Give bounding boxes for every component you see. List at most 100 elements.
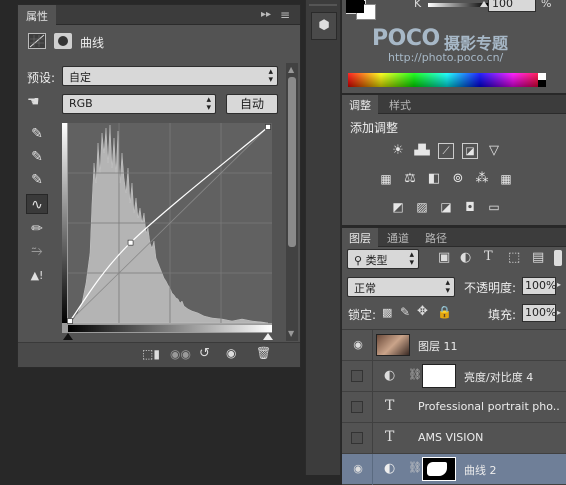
chevron-updown-icon: ▴ ▾	[268, 67, 273, 85]
opacity-dropdown-arrow[interactable]: ▸	[557, 280, 561, 289]
channel-mixer-icon[interactable]: ⁂	[474, 171, 490, 187]
curves-adjustment-icon	[28, 33, 46, 49]
clipping-warning-icon[interactable]: ▲!	[26, 266, 48, 286]
visibility-toggle[interactable]	[351, 432, 363, 444]
channel-select[interactable]: RGB ▴ ▾	[62, 94, 216, 114]
hue-saturation-icon[interactable]: ▦	[378, 171, 394, 187]
spectrum-white-swatch[interactable]	[538, 73, 546, 80]
layer-name[interactable]: Professional portrait pho...	[418, 400, 560, 413]
lock-image-icon[interactable]: ✎	[400, 305, 410, 319]
auto-button[interactable]: 自动	[226, 94, 278, 114]
black-point-slider[interactable]	[63, 333, 73, 340]
link-icon[interactable]: ⛓	[408, 368, 422, 381]
filter-type-icon[interactable]: T	[484, 249, 493, 264]
lock-all-icon[interactable]: 🔒	[437, 305, 452, 319]
eyedropper-black-icon[interactable]: ✎	[26, 124, 48, 144]
layer-name[interactable]: 图层 11	[418, 338, 458, 354]
link-icon[interactable]: ⛓	[408, 461, 422, 474]
scroll-thumb[interactable]	[288, 77, 296, 247]
white-point-slider[interactable]	[263, 333, 273, 340]
panel-title: 曲线	[80, 36, 105, 50]
view-previous-icon[interactable]: ◉◉	[170, 347, 191, 361]
filter-pixel-icon[interactable]: ▣	[438, 250, 450, 265]
curve-control-point[interactable]	[67, 318, 73, 324]
fill-dropdown-arrow[interactable]: ▸	[557, 308, 561, 317]
fill-input[interactable]: 100%	[522, 304, 556, 322]
curves-icon[interactable]: ⟋	[438, 143, 454, 159]
layer-name[interactable]: 曲线 2	[464, 462, 497, 478]
visibility-toggle[interactable]	[351, 401, 363, 413]
lock-position-icon[interactable]: ✥	[417, 304, 428, 319]
black-white-icon[interactable]: ◧	[426, 171, 442, 187]
delete-icon[interactable]: 🗑	[256, 346, 271, 360]
layer-name[interactable]: 亮度/对比度 4	[464, 369, 533, 385]
scroll-up-arrow[interactable]: ▲	[288, 65, 294, 74]
visibility-icon[interactable]: ◉	[226, 346, 236, 360]
posterize-icon[interactable]: ▨	[414, 199, 430, 215]
tab-properties[interactable]: 属性	[18, 5, 56, 25]
layer-name[interactable]: AMS VISION	[418, 431, 483, 444]
exposure-icon[interactable]: ◪	[462, 143, 478, 159]
panel-menu-button[interactable]: ≡	[280, 8, 290, 22]
color-lookup-icon[interactable]: ▦	[498, 171, 514, 187]
curves-graph-svg[interactable]	[62, 123, 272, 333]
tab-layers[interactable]: 图层	[342, 228, 378, 247]
eyedropper-white-icon[interactable]: ✎	[26, 170, 48, 190]
gradient-map-icon[interactable]: ▭	[486, 199, 502, 215]
blend-mode-select[interactable]: 正常 ▴ ▾	[347, 277, 455, 297]
tab-paths[interactable]: 路径	[418, 228, 454, 247]
filter-shape-icon[interactable]: ⬚	[508, 250, 520, 265]
panel-expand-button[interactable]: ▸▸	[261, 9, 271, 20]
layer-mask-icon[interactable]	[54, 33, 72, 49]
3d-cube-icon[interactable]: ⬢	[311, 12, 337, 40]
layer-row[interactable]: T AMS VISION	[342, 423, 566, 454]
target-adjust-hand-icon[interactable]: ☚	[27, 94, 49, 112]
selective-color-icon[interactable]: ◘	[462, 199, 478, 215]
properties-scrollbar[interactable]: ▲ ▼	[286, 63, 298, 341]
text-layer-icon: T	[385, 398, 395, 414]
tab-styles[interactable]: 样式	[382, 95, 418, 114]
spectrum-black-swatch[interactable]	[538, 80, 546, 87]
tab-adjustments[interactable]: 调整	[342, 95, 378, 114]
invert-icon[interactable]: ◩	[390, 199, 406, 215]
eye-icon[interactable]: ◉	[351, 338, 365, 352]
filter-smart-object-icon[interactable]: ▤	[532, 250, 544, 265]
filter-toggle[interactable]	[554, 250, 562, 266]
curve-control-point[interactable]	[265, 124, 271, 130]
layer-mask-thumbnail[interactable]	[422, 457, 456, 481]
eye-icon[interactable]: ◉	[351, 462, 365, 476]
threshold-icon[interactable]: ◪	[438, 199, 454, 215]
tab-channels[interactable]: 通道	[380, 228, 416, 247]
lock-transparent-icon[interactable]: ▩	[382, 306, 392, 319]
preset-select[interactable]: 自定 ▴ ▾	[62, 66, 278, 86]
layer-row[interactable]: T Professional portrait pho...	[342, 392, 566, 423]
photo-filter-icon[interactable]: ⊚	[450, 171, 466, 187]
smooth-curve-icon[interactable]: ⥲	[26, 241, 48, 261]
vibrance-icon[interactable]: ▽	[486, 143, 502, 159]
curve-edit-icon[interactable]: ∿	[26, 194, 48, 214]
scroll-down-arrow[interactable]: ▼	[288, 329, 294, 338]
color-balance-icon[interactable]: ⚖	[402, 171, 418, 187]
curve-control-point[interactable]	[127, 239, 134, 246]
k-value-input[interactable]: 100	[488, 0, 536, 12]
layer-row-selected[interactable]: ◉ ◐ ⛓ 曲线 2	[342, 454, 566, 485]
brightness-icon[interactable]: ☀	[390, 143, 406, 159]
k-slider-handle[interactable]	[480, 1, 488, 7]
layer-row[interactable]: ◉ 图层 11	[342, 330, 566, 361]
layer-mask-thumbnail[interactable]	[422, 364, 456, 388]
curves-graph[interactable]	[62, 123, 272, 333]
k-slider-track[interactable]	[428, 3, 488, 7]
pencil-draw-icon[interactable]: ✏	[26, 219, 48, 239]
eyedropper-gray-icon[interactable]: ✎	[26, 147, 48, 167]
layer-filter-select[interactable]: ⚲ 类型 ▴ ▾	[347, 249, 419, 269]
levels-icon[interactable]: ▟▙	[414, 143, 430, 159]
opacity-input[interactable]: 100%	[522, 277, 556, 295]
clip-to-layer-icon[interactable]: ⬚▮	[142, 347, 160, 361]
reset-icon[interactable]: ↺	[199, 346, 210, 361]
layers-tabbar: 图层 通道 路径	[342, 228, 566, 247]
visibility-toggle[interactable]	[351, 370, 363, 382]
color-spectrum[interactable]	[348, 73, 546, 87]
layer-row[interactable]: ◐ ⛓ 亮度/对比度 4	[342, 361, 566, 392]
filter-adjustment-icon[interactable]: ◐	[460, 250, 471, 265]
output-gradient-bar	[68, 325, 272, 332]
